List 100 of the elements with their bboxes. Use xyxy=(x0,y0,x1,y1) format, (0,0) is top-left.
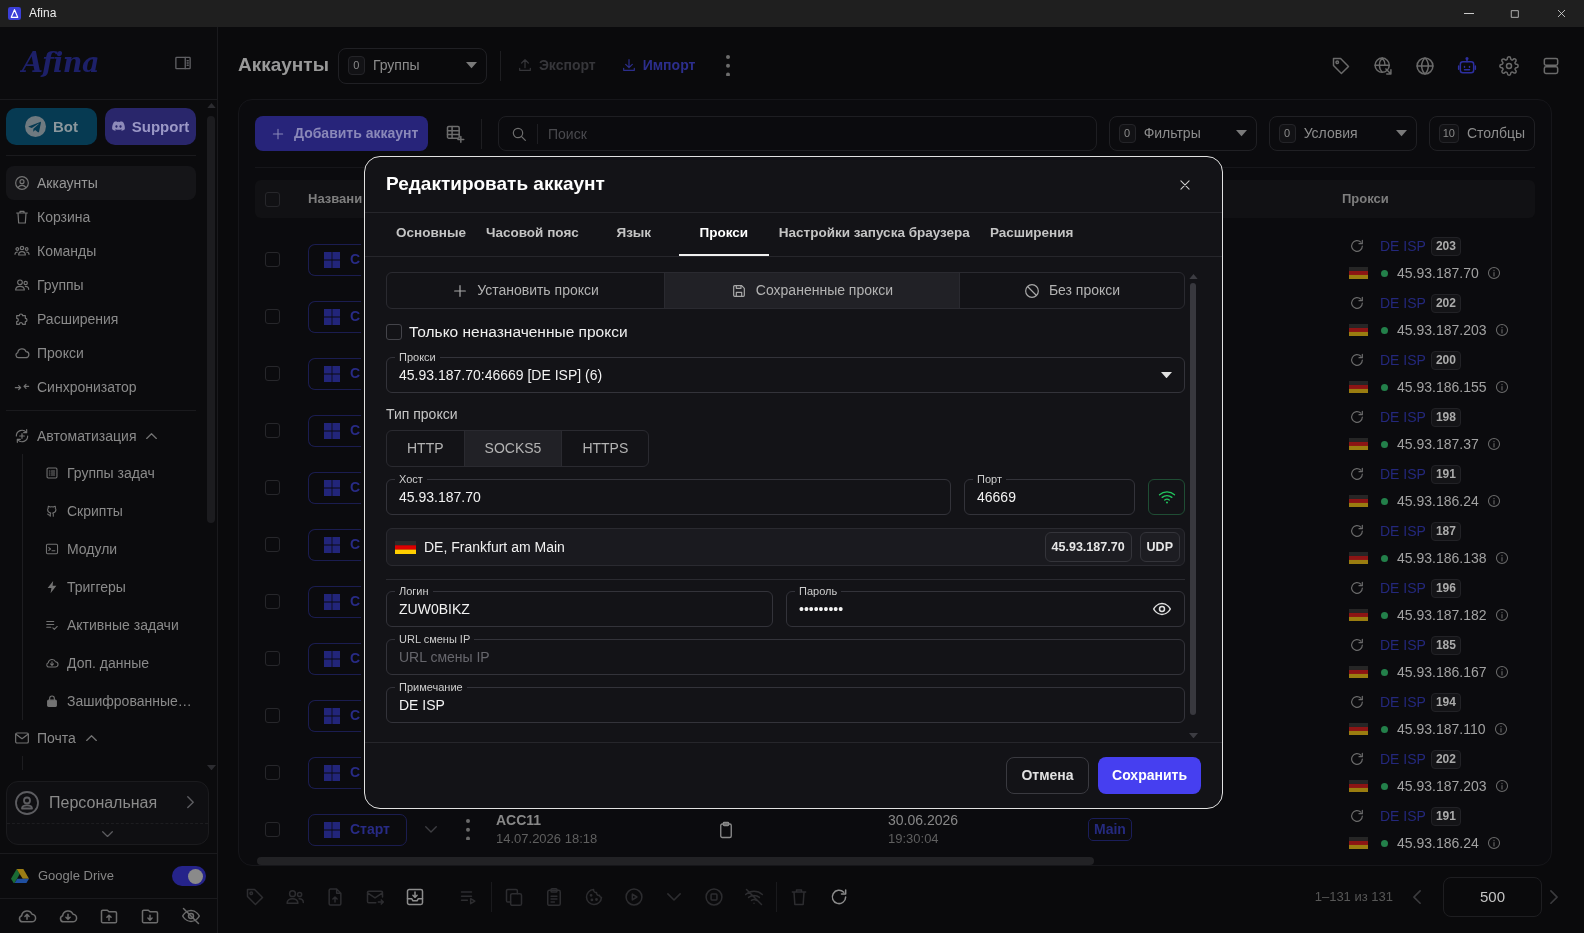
clipboard-icon[interactable] xyxy=(717,820,735,839)
refresh-icon[interactable] xyxy=(1349,523,1365,539)
row-checkbox[interactable] xyxy=(264,822,280,837)
tag-icon[interactable] xyxy=(1331,55,1351,76)
support-button[interactable]: Support xyxy=(105,108,196,145)
proxy-type-option[interactable]: HTTPS xyxy=(562,431,649,466)
sidebar-subitem[interactable]: Модули xyxy=(23,530,196,568)
chevron-right-icon[interactable] xyxy=(187,796,194,809)
row-checkbox[interactable] xyxy=(264,480,280,495)
check-connection-button[interactable] xyxy=(1148,479,1185,515)
info-icon[interactable] xyxy=(1494,665,1509,679)
sidebar-subitem[interactable]: Зашифрованные… xyxy=(23,682,196,720)
sidebar-subitem[interactable]: Группы задач xyxy=(23,454,196,492)
refresh-icon[interactable] xyxy=(1349,238,1365,254)
inbox-download-icon[interactable] xyxy=(405,887,425,907)
mode-option[interactable]: Сохраненные прокси xyxy=(665,273,960,308)
port-field[interactable]: Порт 46669 xyxy=(964,473,1135,515)
sidebar-subitem[interactable]: Скрипты xyxy=(23,492,196,530)
scrollbar-thumb[interactable] xyxy=(1190,283,1196,716)
refresh-icon[interactable] xyxy=(1349,466,1365,482)
more-icon[interactable] xyxy=(466,818,470,841)
info-icon[interactable] xyxy=(1486,494,1501,508)
tab[interactable]: Прокси xyxy=(678,213,769,256)
folder-download-icon[interactable] xyxy=(140,906,160,926)
filters-dropdown[interactable]: 0 Фильтры xyxy=(1108,116,1257,151)
chevron-down-icon[interactable] xyxy=(425,826,437,833)
eye-off-icon[interactable] xyxy=(181,906,201,926)
sidebar-section[interactable]: Автоматизация xyxy=(6,418,196,454)
refresh-icon[interactable] xyxy=(829,887,849,907)
minimize-icon[interactable] xyxy=(1464,12,1474,15)
refresh-icon[interactable] xyxy=(1349,808,1365,824)
password-input[interactable]: ••••••••• xyxy=(799,597,1144,621)
info-icon[interactable] xyxy=(1493,722,1508,736)
info-icon[interactable] xyxy=(1494,380,1509,394)
proxy-type-option[interactable]: SOCKS5 xyxy=(464,431,563,466)
info-icon[interactable] xyxy=(1494,551,1509,565)
bot-button[interactable]: Bot xyxy=(6,108,97,145)
close-icon[interactable] xyxy=(1555,8,1567,19)
refresh-icon[interactable] xyxy=(1349,637,1365,653)
info-icon[interactable] xyxy=(1494,608,1509,622)
row-checkbox[interactable] xyxy=(264,651,280,666)
host-field[interactable]: Хост 45.93.187.70 xyxy=(386,473,951,515)
table-add-icon[interactable] xyxy=(445,123,465,144)
sync-toggle[interactable] xyxy=(172,866,206,886)
save-button[interactable]: Сохранить xyxy=(1098,757,1201,794)
row-checkbox[interactable] xyxy=(264,765,280,780)
groups-dropdown[interactable]: 0 Группы xyxy=(337,47,487,84)
conditions-dropdown[interactable]: 0 Условия xyxy=(1268,116,1417,151)
tab[interactable]: Расширения xyxy=(979,213,1084,256)
tab[interactable]: Настройки запуска браузера xyxy=(768,213,980,256)
more-icon[interactable] xyxy=(726,54,731,77)
row-checkbox[interactable] xyxy=(264,423,280,438)
row-checkbox[interactable] xyxy=(264,537,280,552)
refresh-icon[interactable] xyxy=(1349,409,1365,425)
proxy-type-option[interactable]: HTTP xyxy=(387,431,465,466)
robot-icon[interactable] xyxy=(1457,55,1477,76)
tab[interactable]: Основные xyxy=(386,213,476,256)
sidebar-item[interactable]: Прокси xyxy=(6,336,196,370)
columns-button[interactable]: 10 Столбцы xyxy=(1428,116,1535,151)
info-icon[interactable] xyxy=(1486,266,1501,280)
password-field[interactable]: Пароль ••••••••• xyxy=(786,585,1185,627)
refresh-icon[interactable] xyxy=(1349,295,1365,311)
port-input[interactable]: 46669 xyxy=(977,485,1122,509)
globe-arrow-icon[interactable] xyxy=(1373,55,1393,76)
sidebar-toggle-icon[interactable] xyxy=(174,54,192,72)
refresh-icon[interactable] xyxy=(1349,352,1365,368)
info-icon[interactable] xyxy=(1494,323,1509,337)
workspace-switcher[interactable]: Персональная xyxy=(6,781,209,845)
row-checkbox[interactable] xyxy=(264,252,280,267)
search-input[interactable]: Поиск xyxy=(548,121,1096,146)
row-checkbox[interactable] xyxy=(264,708,280,723)
host-input[interactable]: 45.93.187.70 xyxy=(399,485,938,509)
login-input[interactable]: ZUW0BIKZ xyxy=(399,597,760,621)
refresh-icon[interactable] xyxy=(1349,751,1365,767)
unassigned-checkbox[interactable] xyxy=(386,324,402,340)
cancel-button[interactable]: Отмена xyxy=(1006,757,1090,794)
info-icon[interactable] xyxy=(1486,836,1501,850)
sidebar-subitem[interactable]: Триггеры xyxy=(23,568,196,606)
info-icon[interactable] xyxy=(1494,779,1509,793)
scroll-up-icon[interactable] xyxy=(1188,274,1198,280)
proxy-select[interactable]: Прокси 45.93.187.70:46669 [DE ISP] (6) xyxy=(386,351,1185,393)
sidebar-subitem[interactable]: Активные задачи xyxy=(23,606,196,644)
add-account-button[interactable]: Добавить аккаунт xyxy=(255,116,428,151)
sidebar-section[interactable]: Почта xyxy=(6,720,196,756)
tab[interactable]: Язык xyxy=(588,213,679,256)
search-field[interactable]: Поиск xyxy=(498,116,1097,151)
maximize-icon[interactable] xyxy=(1510,8,1520,19)
ip-change-url-input[interactable]: URL смены IP xyxy=(399,645,1172,669)
layout-icon[interactable] xyxy=(1541,55,1561,76)
page-size-field[interactable]: 500 xyxy=(1443,877,1542,917)
login-field[interactable]: Логин ZUW0BIKZ xyxy=(386,585,773,627)
sidebar-item[interactable]: Синхронизатор xyxy=(6,370,196,404)
sidebar-item[interactable]: Аккаунты xyxy=(6,166,196,200)
sidebar-item[interactable]: Команды xyxy=(6,234,196,268)
note-input[interactable]: DE ISP xyxy=(399,693,1172,717)
scroll-down-icon[interactable] xyxy=(1188,732,1198,738)
chevron-down-icon[interactable] xyxy=(102,830,113,838)
sidebar-subitem[interactable]: Доп. данные xyxy=(23,644,196,682)
sidebar-item[interactable]: Корзина xyxy=(6,200,196,234)
mode-option[interactable]: Без прокси xyxy=(960,273,1184,308)
